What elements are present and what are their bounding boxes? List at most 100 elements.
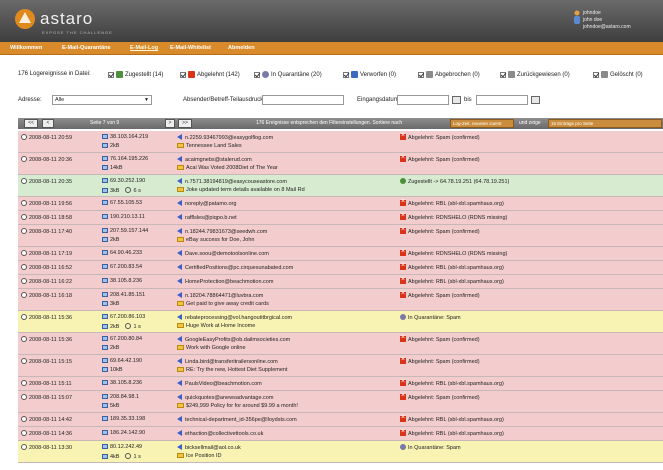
search-row: Adresse: Alle ▼ Absender/Betreff-Teilaus… bbox=[0, 95, 663, 107]
server-icon bbox=[102, 178, 108, 183]
filter-rejected[interactable]: Abgelehnt (142) bbox=[180, 71, 240, 78]
log-date-text: 2008-08-11 15:15 bbox=[29, 359, 73, 365]
app-header: astaro EXPOSE THE CHALLENGE johndoe john… bbox=[0, 0, 663, 42]
log-row[interactable]: 2008-08-11 16:52 67.200.83.54 CertifiedPos… bbox=[18, 261, 663, 275]
nav-welcome[interactable]: Willkommen bbox=[10, 45, 42, 51]
log-size-text: 3kB bbox=[110, 301, 120, 307]
log-row[interactable]: 2008-08-11 18:58 190.210.13.11 rafflsles@p… bbox=[18, 211, 663, 225]
checkbox[interactable] bbox=[180, 71, 186, 78]
filter-quarantine-label: In Quarantäne (20) bbox=[271, 71, 322, 78]
envelope-icon bbox=[177, 367, 184, 372]
checkbox[interactable] bbox=[418, 71, 424, 78]
log-date-text: 2008-08-11 13:30 bbox=[29, 445, 73, 451]
next-page-button[interactable]: > bbox=[165, 119, 175, 128]
log-row[interactable]: 2008-08-11 17:19 64.90.46.233 Dave.soou@de… bbox=[18, 247, 663, 261]
log-status-text: In Quarantäne: Spam bbox=[408, 445, 461, 451]
log-row[interactable]: 2008-08-11 14:36 186.24.142.90 ethaction@c… bbox=[18, 427, 663, 441]
log-row[interactable]: 2008-08-11 16:18 208.41.85.151 3kB n.18204.… bbox=[18, 289, 663, 311]
log-status: Zugestellt -> 64.78.19.251 (64.78.19.251… bbox=[400, 178, 509, 186]
timer-icon bbox=[125, 323, 132, 329]
sort-select[interactable]: Log-Zeit, neueste zuerst bbox=[450, 119, 514, 128]
log-row[interactable]: 2008-08-11 17:40 207.59.157.144 2kB n.18244… bbox=[18, 225, 663, 247]
rejected-icon bbox=[400, 132, 406, 140]
log-ip: 69.64.42.190 bbox=[102, 358, 142, 365]
log-ip: 207.59.157.144 bbox=[102, 228, 148, 235]
log-subject: Work with Google online bbox=[177, 345, 246, 352]
log-ip: 186.24.142.90 bbox=[102, 430, 145, 437]
log-row[interactable]: 2008-08-11 15:11 38.105.8.236 PaulsVideo@b… bbox=[18, 377, 663, 391]
checkbox[interactable] bbox=[500, 71, 506, 78]
checkbox[interactable] bbox=[254, 71, 260, 78]
per-page-select[interactable]: 15 Einträge pro Seite bbox=[548, 119, 662, 128]
log-status-text: Abgelehnt: Spam (confirmed) bbox=[408, 395, 480, 401]
calendar-icon[interactable] bbox=[452, 96, 461, 104]
incoming-arrow-icon bbox=[177, 200, 182, 206]
filter-discarded[interactable]: Verworfen (0) bbox=[343, 71, 396, 78]
log-date: 2008-08-11 14:42 bbox=[21, 416, 72, 424]
status-filter-row: 176 Logereignisse in Datei: Zugestellt (… bbox=[0, 68, 663, 82]
log-ip: 64.90.46.233 bbox=[102, 250, 142, 257]
filter-quarantine[interactable]: In Quarantäne (20) bbox=[254, 71, 322, 78]
log-row[interactable]: 2008-08-11 15:07 208.84.98.1 5kB quickquote… bbox=[18, 391, 663, 413]
user-email: johndoe@astaro.com bbox=[583, 24, 631, 30]
log-row[interactable]: 2008-08-11 15:15 69.64.42.190 10kB Linda.bi… bbox=[18, 355, 663, 377]
filter-deleted[interactable]: Gelöscht (0) bbox=[593, 71, 643, 78]
log-row[interactable]: 2008-08-11 14:42 189.35.33.198 technical-d… bbox=[18, 413, 663, 427]
user-info: johndoe john doe johndoe@astaro.com bbox=[574, 10, 661, 31]
log-date-text: 2008-08-11 16:18 bbox=[29, 293, 73, 299]
log-ip: 38.105.8.236 bbox=[102, 380, 142, 387]
clock-icon bbox=[21, 380, 27, 386]
date-from-input[interactable] bbox=[397, 95, 449, 105]
checkbox[interactable] bbox=[108, 71, 114, 78]
server-icon bbox=[102, 278, 108, 283]
nav-email-log[interactable]: E-Mail-Log bbox=[130, 45, 158, 51]
prev-page-button[interactable]: < bbox=[42, 119, 54, 128]
log-ip-text: 67.55.105.53 bbox=[110, 200, 143, 206]
nav-email-quarantine[interactable]: E-Mail-Quarantäne bbox=[62, 45, 111, 51]
log-ip: 189.35.33.198 bbox=[102, 416, 145, 423]
filter-aborted[interactable]: Abgebrochen (0) bbox=[418, 71, 480, 78]
log-row[interactable]: 2008-08-11 20:36 76.164.195.226 14kB acaimg… bbox=[18, 153, 663, 175]
size-icon bbox=[102, 367, 108, 372]
rejected-icon bbox=[400, 414, 406, 422]
log-sender-text: rebateprocessing@vol.hangoutitbrgical.co… bbox=[185, 315, 293, 321]
address-label: Adresse: bbox=[18, 97, 42, 103]
filter-delivered-label: Zugestellt (14) bbox=[125, 71, 164, 78]
sender-subject-input[interactable] bbox=[262, 95, 344, 105]
date-label: Eingangsdatum: bbox=[357, 97, 401, 103]
log-row[interactable]: 2008-08-11 15:36 67.200.80.84 2kB GoogleEas… bbox=[18, 333, 663, 355]
address-select[interactable]: Alle ▼ bbox=[52, 95, 152, 105]
envelope-icon bbox=[177, 323, 184, 328]
log-date: 2008-08-11 20:35 bbox=[21, 178, 72, 186]
log-row[interactable]: 2008-08-11 15:36 67.200.86.103 2kB 1 s rebat… bbox=[18, 311, 663, 333]
log-subject-text: Tennessee Land Sales bbox=[186, 143, 242, 149]
astaro-logo-icon bbox=[15, 9, 35, 29]
nav-email-whitelist[interactable]: E-Mail-Whitelist bbox=[170, 45, 211, 51]
delivered-icon bbox=[116, 71, 123, 78]
log-sender: rebateprocessing@vol.hangoutitbrgical.co… bbox=[177, 314, 292, 322]
log-row[interactable]: 2008-08-11 16:22 38.105.8.236 HomeProtecti… bbox=[18, 275, 663, 289]
log-sender: noreply@patamo.org bbox=[177, 200, 236, 208]
log-row[interactable]: 2008-08-11 20:59 38.103.164.219 2kB n.2259.… bbox=[18, 131, 663, 153]
last-page-button[interactable]: >> bbox=[178, 119, 192, 128]
log-row[interactable]: 2008-08-11 13:30 80.12.242.49 4kB 1 s bickse… bbox=[18, 441, 663, 463]
log-row[interactable]: 2008-08-11 20:35 69.30.252.190 3kB 6 s n.757… bbox=[18, 175, 663, 197]
show-label: und zeige bbox=[519, 120, 541, 126]
log-sender-text: noreply@patamo.org bbox=[185, 201, 237, 207]
rejected-icon bbox=[400, 276, 406, 284]
date-to-input[interactable] bbox=[476, 95, 528, 105]
log-sender: ethaction@collectivettools.co.uk bbox=[177, 430, 263, 438]
checkbox[interactable] bbox=[343, 71, 349, 78]
envelope-icon bbox=[177, 453, 184, 458]
first-page-button[interactable]: << bbox=[24, 119, 38, 128]
log-sender-text: quickquotes@anewsadvantage.com bbox=[185, 395, 274, 401]
filter-delivered[interactable]: Zugestellt (14) bbox=[108, 71, 163, 78]
calendar-icon[interactable] bbox=[531, 96, 540, 104]
log-row[interactable]: 2008-08-11 19:56 67.55.105.53 noreply@pata… bbox=[18, 197, 663, 211]
nav-logout[interactable]: Abmelden bbox=[228, 45, 255, 51]
log-status: Abgelehnt: RBL (sbl-xbl.spamhaus.org) bbox=[400, 276, 504, 286]
log-ip-text: 38.103.164.219 bbox=[110, 134, 149, 140]
filter-bounced[interactable]: Zurückgewiesen (0) bbox=[500, 71, 570, 78]
checkbox[interactable] bbox=[593, 71, 599, 78]
log-sender-text: acaimgnebs@stalerud.com bbox=[185, 157, 252, 163]
